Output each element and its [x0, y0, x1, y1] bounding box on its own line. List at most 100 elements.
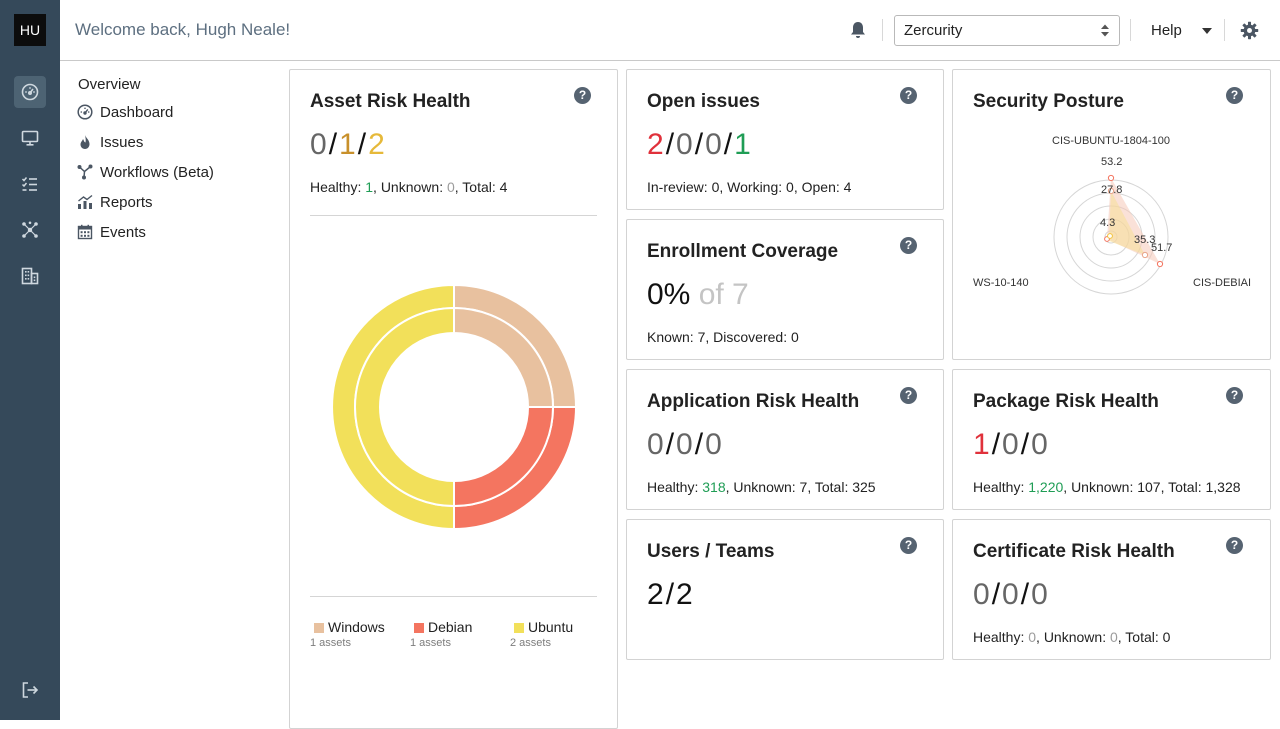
help-icon[interactable]: ?: [900, 387, 917, 404]
value-unknown: 1: [339, 128, 356, 161]
chevron-down-icon[interactable]: [1202, 28, 1212, 34]
card-title: Certificate Risk Health: [973, 541, 1175, 562]
help-menu[interactable]: Help: [1151, 22, 1182, 39]
open-issues-values: 2/0/0/1: [647, 128, 751, 162]
coverage-total: of 7: [698, 278, 749, 311]
certificate-risk-values: 0/0/0: [973, 578, 1048, 612]
buildings-icon[interactable]: [14, 260, 46, 292]
nav-item-workflows[interactable]: Workflows (Beta): [77, 161, 214, 183]
gear-icon[interactable]: [1240, 21, 1259, 40]
help-icon[interactable]: ?: [900, 87, 917, 104]
nav-section-title: Overview: [78, 76, 141, 93]
value-risk: 0: [705, 428, 722, 461]
value-healthy: 0: [973, 578, 990, 611]
total-count: 0: [1162, 629, 1171, 645]
user-count: 2: [647, 578, 664, 611]
healthy-count: 318: [702, 479, 726, 495]
help-icon[interactable]: ?: [1226, 537, 1243, 554]
value-unknown: 0: [1002, 428, 1019, 461]
separator: /: [1020, 578, 1030, 611]
help-icon[interactable]: ?: [1226, 87, 1243, 104]
separator: /: [665, 578, 675, 611]
healthy-count: 0: [1028, 629, 1037, 645]
discovered-count: 0: [790, 329, 799, 345]
certificate-risk-card: Certificate Risk Health ? 0/0/0 Healthy:…: [952, 519, 1271, 660]
nav-item-events[interactable]: Events: [77, 221, 146, 243]
value-unknown: 0: [1002, 578, 1019, 611]
healthy-count: 1: [365, 179, 374, 195]
label: , Discovered:: [705, 329, 791, 345]
card-title: Users / Teams: [647, 541, 775, 562]
card-title: Application Risk Health: [647, 391, 860, 412]
divider: [310, 215, 597, 216]
open-issues-card: Open issues ? 2/0/0/1 In-review: 0, Work…: [626, 69, 944, 210]
label: Healthy:: [310, 179, 366, 195]
network-icon[interactable]: [14, 214, 46, 246]
label: , Total:: [1117, 629, 1163, 645]
value-healthy: 0: [647, 428, 664, 461]
divider: [882, 19, 883, 41]
coverage-percent: 0%: [647, 278, 691, 311]
bell-icon[interactable]: [848, 20, 868, 40]
nav-item-label: Issues: [100, 133, 144, 151]
divider: [1130, 19, 1131, 41]
help-icon[interactable]: ?: [900, 237, 917, 254]
package-risk-values: 1/0/0: [973, 428, 1048, 462]
open-count: 4: [843, 179, 852, 195]
separator: /: [694, 128, 704, 161]
desktop-icon[interactable]: [14, 122, 46, 154]
team-count: 2: [676, 578, 693, 611]
logout-icon[interactable]: [14, 674, 46, 706]
card-title: Open issues: [647, 91, 760, 112]
separator: /: [665, 428, 675, 461]
dashboard-icon: [77, 104, 93, 120]
radar-ring-label: 53.2: [1101, 156, 1123, 168]
label: Healthy:: [973, 479, 1029, 495]
separator: /: [665, 128, 675, 161]
nav-item-issues[interactable]: Issues: [77, 131, 143, 153]
label: Healthy:: [973, 629, 1029, 645]
select-arrows-icon: [1101, 24, 1109, 37]
calendar-icon: [77, 224, 93, 240]
nav-item-dashboard[interactable]: Dashboard: [77, 101, 173, 123]
label: , Unknown:: [725, 479, 800, 495]
card-title: Package Risk Health: [973, 391, 1159, 412]
application-risk-values: 0/0/0: [647, 428, 722, 462]
nav-item-reports[interactable]: Reports: [77, 191, 153, 213]
package-risk-summary: Healthy: 1,220, Unknown: 107, Total: 1,3…: [973, 479, 1241, 495]
asset-risk-summary: Healthy: 1, Unknown: 0, Total: 4: [310, 179, 507, 195]
users-teams-values: 2/2: [647, 578, 693, 612]
legend-name: Windows: [328, 619, 385, 635]
asset-risk-values: 0/1/2: [310, 128, 385, 162]
organization-select-value: Zercurity: [904, 22, 963, 39]
open-issues-summary: In-review: 0, Working: 0, Open: 4: [647, 179, 851, 195]
value-low: 1: [734, 128, 751, 161]
organization-select[interactable]: Zercurity: [894, 15, 1120, 46]
welcome-message: Welcome back, Hugh Neale!: [75, 20, 291, 39]
separator: /: [1020, 428, 1030, 461]
label: , Working:: [719, 179, 787, 195]
divider: [1224, 19, 1225, 41]
dashboard-icon[interactable]: [14, 76, 46, 108]
unknown-count: 0: [446, 179, 455, 195]
help-icon[interactable]: ?: [900, 537, 917, 554]
help-icon[interactable]: ?: [574, 87, 591, 104]
radar-ring-label: 51.7: [1151, 242, 1173, 254]
checklist-icon[interactable]: [14, 168, 46, 200]
separator: /: [991, 428, 1001, 461]
avatar[interactable]: HU: [14, 14, 46, 46]
unknown-count: 107: [1137, 479, 1161, 495]
healthy-count: 1,220: [1028, 479, 1064, 495]
value-risk: 0: [1031, 578, 1048, 611]
legend-name: Debian: [428, 619, 473, 635]
chart-icon: [77, 194, 93, 210]
value-healthy: 0: [310, 128, 327, 161]
label: In-review:: [647, 179, 712, 195]
value-risk: 1: [973, 428, 990, 461]
legend-count: 1 assets: [410, 637, 451, 649]
separator: /: [357, 128, 367, 161]
card-title: Enrollment Coverage: [647, 241, 839, 262]
label: , Total:: [454, 179, 500, 195]
enrollment-values: 0% of 7: [647, 278, 749, 312]
help-icon[interactable]: ?: [1226, 387, 1243, 404]
